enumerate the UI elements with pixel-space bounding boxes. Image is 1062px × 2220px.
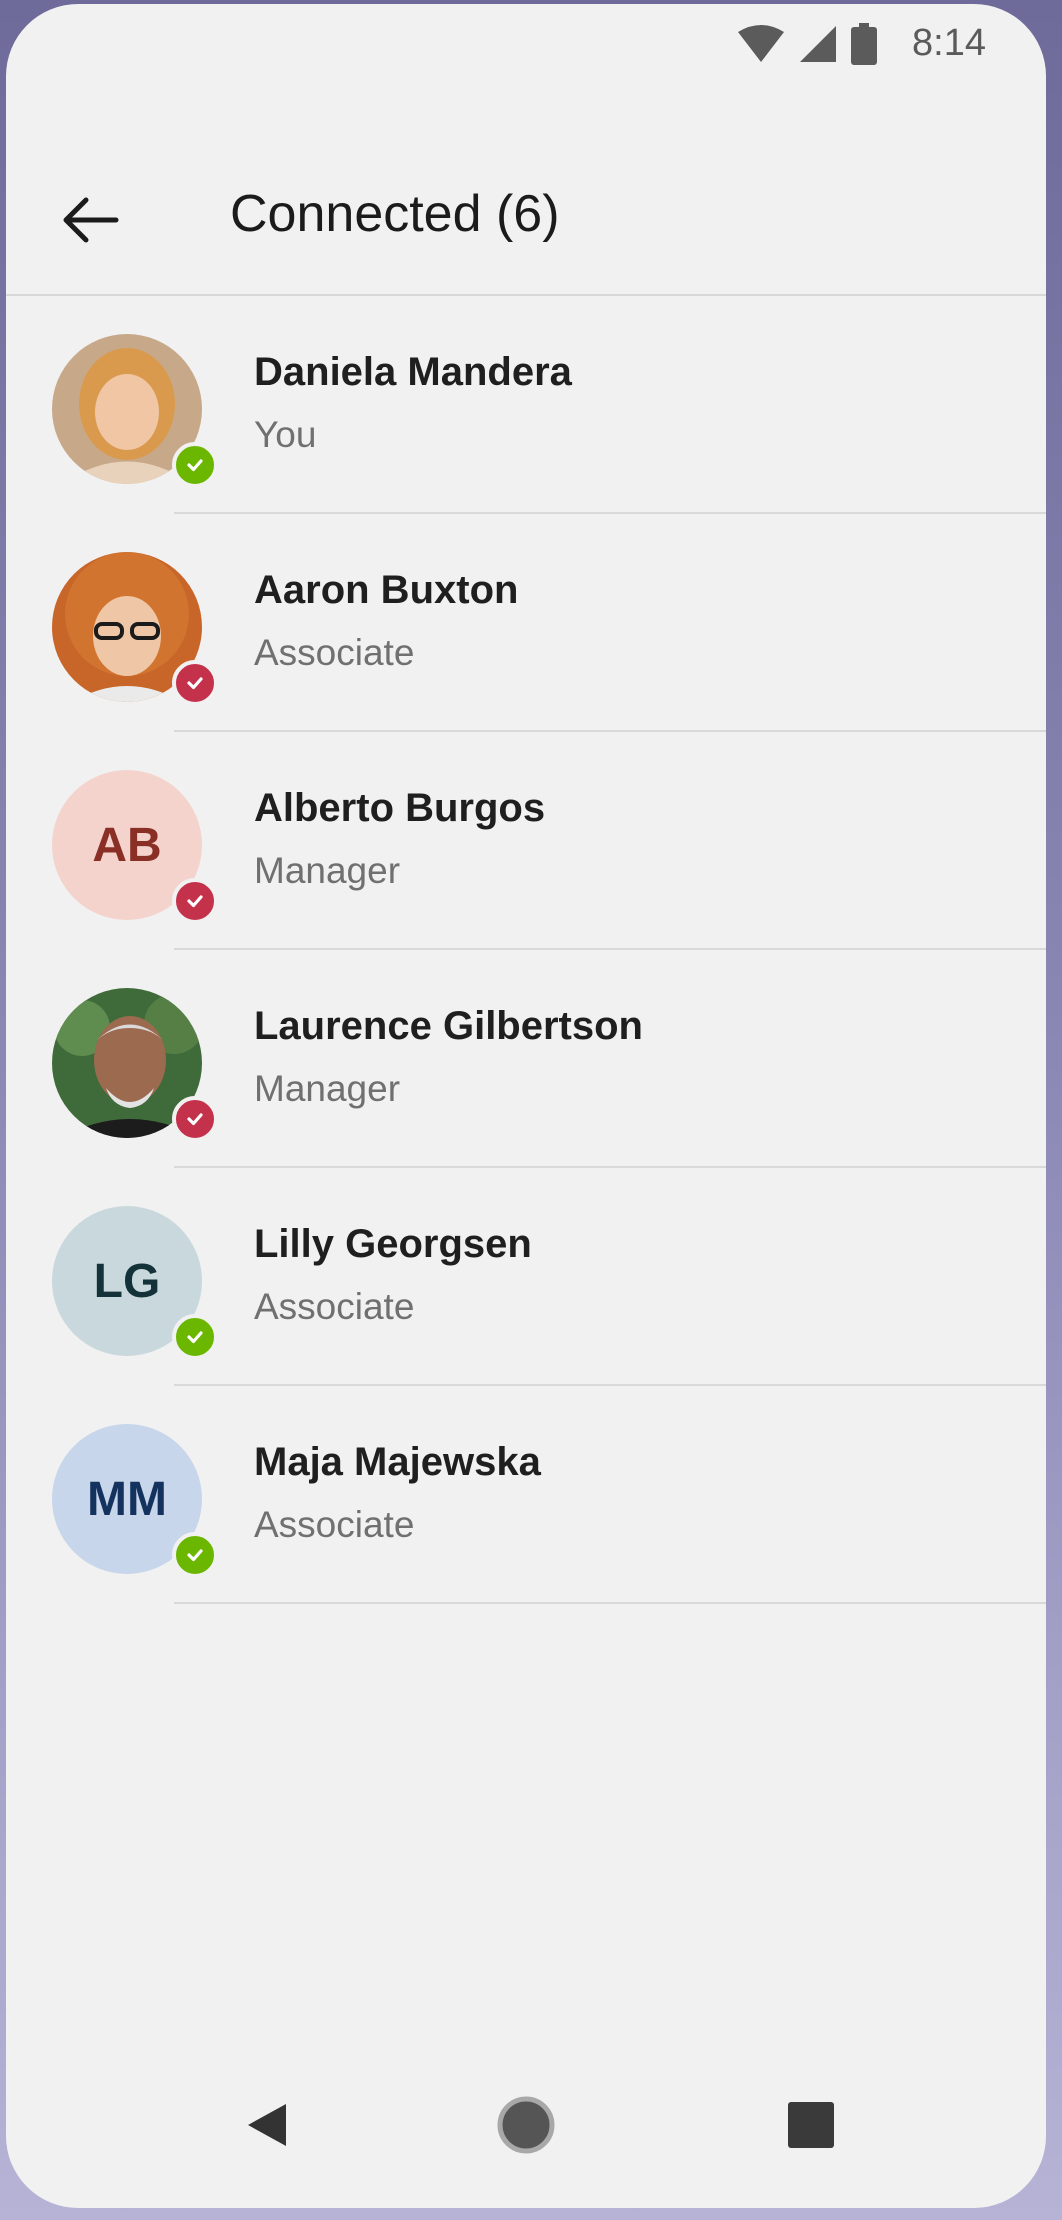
status-bar: 8:14 — [6, 4, 1046, 84]
person-role: Manager — [254, 850, 401, 891]
list-item[interactable]: MM Maja Majewska Associate — [6, 1386, 1046, 1604]
arrow-left-icon — [63, 197, 119, 243]
check-icon — [187, 677, 203, 690]
participant-list: Daniela Mandera You Aaron Buxton Associa… — [6, 296, 1046, 1604]
person-name: Daniela Mandera — [254, 350, 572, 394]
list-item[interactable]: Aaron Buxton Associate — [6, 514, 1046, 732]
signal-icon — [800, 25, 837, 62]
check-icon — [187, 1113, 203, 1126]
person-role: Associate — [254, 632, 415, 673]
person-role: You — [254, 414, 317, 455]
check-icon — [187, 1331, 203, 1344]
status-busy-badge — [172, 1096, 218, 1142]
page-title: Connected (6) — [230, 185, 560, 243]
check-icon — [187, 459, 203, 472]
person-name: Aaron Buxton — [254, 568, 519, 612]
status-available-badge — [172, 1532, 218, 1578]
person-role: Manager — [254, 1068, 401, 1109]
person-name: Lilly Georgsen — [254, 1222, 532, 1266]
person-name: Laurence Gilbertson — [254, 1004, 643, 1048]
check-icon — [187, 1549, 203, 1562]
check-icon — [187, 895, 203, 908]
nav-back-button[interactable] — [232, 2090, 302, 2160]
status-available-badge — [172, 442, 218, 488]
divider — [174, 1602, 1046, 1604]
wifi-icon — [738, 24, 785, 62]
list-item[interactable]: LG Lilly Georgsen Associate — [6, 1168, 1046, 1386]
status-icons: 8:14 — [736, 22, 986, 65]
phone-screen: 8:14 Connected (6) Daniela Mandera You A… — [6, 4, 1046, 2208]
initials-text: AB — [92, 818, 162, 872]
battery-icon — [851, 22, 878, 65]
person-name: Maja Majewska — [254, 1440, 541, 1484]
system-nav-bar — [6, 2048, 1046, 2208]
status-available-badge — [172, 1314, 218, 1360]
status-busy-badge — [172, 878, 218, 924]
initials-text: LG — [93, 1254, 161, 1308]
back-button[interactable] — [58, 188, 122, 252]
nav-recents-button[interactable] — [776, 2090, 846, 2160]
person-role: Associate — [254, 1504, 415, 1545]
initials-text: MM — [87, 1472, 167, 1526]
person-role: Associate — [254, 1286, 415, 1327]
app-header: Connected (6) — [6, 84, 1046, 296]
status-busy-badge — [172, 660, 218, 706]
person-name: Alberto Burgos — [254, 786, 546, 830]
back-triangle-icon — [248, 2104, 286, 2146]
nav-home-button[interactable] — [491, 2090, 561, 2160]
home-circle-icon — [497, 2096, 555, 2154]
list-item[interactable]: Laurence Gilbertson Manager — [6, 950, 1046, 1168]
recents-square-icon — [788, 2102, 834, 2148]
list-item[interactable]: Daniela Mandera You — [6, 296, 1046, 514]
status-time: 8:14 — [912, 22, 986, 64]
list-item[interactable]: AB Alberto Burgos Manager — [6, 732, 1046, 950]
